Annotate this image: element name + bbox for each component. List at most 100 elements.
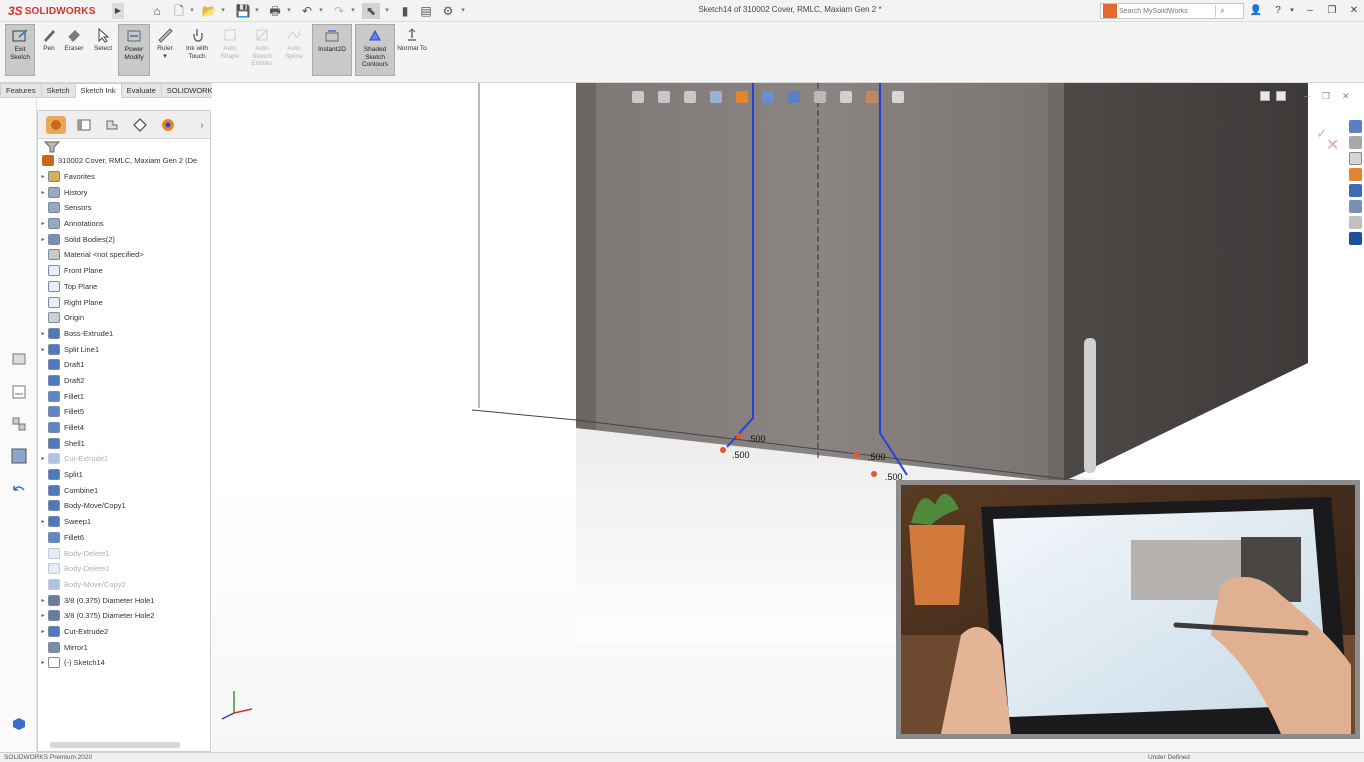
expand-arrow-icon[interactable]: ▸ — [38, 597, 48, 604]
cube-view-icon[interactable] — [11, 716, 27, 732]
tree-item[interactable]: Origin — [38, 310, 210, 326]
custom-properties-icon[interactable] — [1349, 200, 1362, 213]
dimension-label[interactable]: .500 — [732, 450, 750, 460]
viewport-maximize-icon[interactable] — [1276, 91, 1286, 101]
solidworks-logo[interactable]: 3S SOLIDWORKS — [8, 3, 96, 19]
options-dropdown-icon[interactable]: ▾ — [459, 4, 467, 18]
tree-item[interactable]: Top Plane — [38, 279, 210, 295]
ruler-button[interactable]: Ruler ▾ — [153, 24, 177, 76]
zoom-to-fit-icon[interactable] — [632, 91, 644, 103]
zoom-to-area-icon[interactable] — [658, 91, 670, 103]
expand-arrow-icon[interactable]: ▸ — [38, 628, 48, 635]
tab-sketch-ink[interactable]: Sketch Ink — [75, 83, 122, 98]
expand-arrow-icon[interactable]: ▸ — [38, 330, 48, 337]
normal-to-button[interactable]: Normal To — [397, 24, 427, 76]
close-icon[interactable]: ✕ — [1346, 3, 1362, 19]
instant2d-button[interactable]: Instant2D — [312, 24, 352, 76]
search-input[interactable] — [1119, 7, 1215, 15]
rollback-icon[interactable] — [11, 482, 27, 498]
redo-icon[interactable]: ↷ — [330, 3, 348, 19]
expand-arrow-icon[interactable]: ▸ — [38, 659, 48, 666]
save-icon[interactable]: 💾 — [234, 3, 252, 19]
restore-icon[interactable]: ❐ — [1324, 3, 1340, 19]
expand-arrow-icon[interactable]: ▸ — [38, 189, 48, 196]
display-manager-tab-icon[interactable] — [158, 116, 178, 134]
tree-item[interactable]: Shell1 — [38, 435, 210, 451]
part-tab[interactable] — [1084, 338, 1096, 473]
exit-sketch-button[interactable]: Exit Sketch — [5, 24, 35, 76]
expand-arrow-icon[interactable]: ▸ — [38, 220, 48, 227]
expand-arrow-icon[interactable]: ▸ — [38, 173, 48, 180]
previous-view-icon[interactable] — [684, 91, 696, 103]
tree-item[interactable]: Fillet4 — [38, 420, 210, 436]
home-icon[interactable]: ⌂ — [148, 3, 166, 19]
section-view-icon[interactable] — [710, 91, 722, 103]
hide-show-items-icon[interactable] — [814, 91, 826, 103]
design-library-icon[interactable] — [1349, 136, 1362, 149]
open-icon[interactable]: 📂 — [200, 3, 218, 19]
menu-expand-arrow-icon[interactable]: ▶ — [112, 3, 124, 19]
power-modify-button[interactable]: Power Modify — [118, 24, 150, 76]
options-icon[interactable]: ⚙ — [439, 3, 457, 19]
tree-item[interactable]: Body-Move/Copy1 — [38, 498, 210, 514]
tab-features[interactable]: Features — [0, 83, 42, 98]
tree-item[interactable]: ▸ Solid Bodies(2) — [38, 231, 210, 247]
edit-appearance-icon[interactable] — [840, 91, 852, 103]
property-manager-tab-icon[interactable] — [74, 116, 94, 134]
user-icon[interactable]: 👤 — [1248, 3, 1264, 19]
dimension-label[interactable]: .500 — [748, 434, 766, 444]
tree-item[interactable]: Body-Move/Copy2 — [38, 577, 210, 593]
horizontal-scrollbar[interactable] — [50, 742, 180, 748]
select-dropdown-icon[interactable]: ▾ — [383, 4, 391, 18]
expand-arrow-icon[interactable]: ▸ — [38, 612, 48, 619]
part-right-edge[interactable] — [1048, 83, 1064, 481]
part-view-icon[interactable] — [11, 448, 27, 464]
tree-item[interactable]: Fillet1 — [38, 388, 210, 404]
tree-item[interactable]: Draft1 — [38, 357, 210, 373]
tree-item[interactable]: ▸ Annotations — [38, 216, 210, 232]
print-dropdown-icon[interactable]: ▾ — [285, 4, 293, 18]
dimxpert-manager-tab-icon[interactable] — [130, 116, 150, 134]
auto-spline-button[interactable]: Auto Spline — [280, 24, 308, 76]
tree-item[interactable]: Body-Delete1 — [38, 545, 210, 561]
tree-item[interactable]: ▸ Split Line1 — [38, 341, 210, 357]
tree-item[interactable]: Fillet6 — [38, 530, 210, 546]
select-button[interactable]: Select — [90, 24, 116, 76]
tree-item[interactable]: Fillet5 — [38, 404, 210, 420]
tree-item[interactable]: Front Plane — [38, 263, 210, 279]
appearances-icon[interactable] — [1349, 184, 1362, 197]
solidworks-resources-icon[interactable] — [1349, 120, 1362, 133]
feature-manager-tab-icon[interactable] — [46, 116, 66, 134]
window-close-icon[interactable]: ✕ — [1342, 91, 1350, 102]
tree-item[interactable]: Material <not specified> — [38, 247, 210, 263]
part-side-face[interactable] — [1064, 83, 1308, 481]
ruler-dropdown-icon[interactable]: ▾ — [153, 53, 177, 61]
redo-dropdown-icon[interactable]: ▾ — [349, 4, 357, 18]
auto-shape-button[interactable]: Auto Shape — [216, 24, 244, 76]
window-restore-icon[interactable]: ❐ — [1322, 91, 1330, 102]
tree-item[interactable]: Draft2 — [38, 373, 210, 389]
undo-dropdown-icon[interactable]: ▾ — [317, 4, 325, 18]
panel-scroll-right-icon[interactable]: › — [192, 116, 212, 134]
tree-item[interactable]: ▸ Cut-Extrude1 — [38, 451, 210, 467]
filter-icon[interactable] — [44, 141, 60, 153]
view-settings-icon[interactable] — [892, 91, 904, 103]
tree-item[interactable]: Combine1 — [38, 482, 210, 498]
tab-sketch[interactable]: Sketch — [41, 83, 76, 98]
viewport-minimize-icon[interactable] — [1260, 91, 1270, 101]
3d-content-central-icon[interactable] — [1349, 232, 1362, 245]
tab-evaluate[interactable]: Evaluate — [121, 83, 162, 98]
search-box[interactable]: ⌕ — [1100, 3, 1244, 19]
tree-item[interactable]: ▸ Sweep1 — [38, 514, 210, 530]
view-palette-icon[interactable] — [1349, 168, 1362, 181]
window-minimize-icon[interactable]: ‒ — [1304, 91, 1310, 102]
minimize-icon[interactable]: ‒ — [1302, 3, 1318, 19]
tree-item[interactable]: ▸ History — [38, 184, 210, 200]
feature-tree-root[interactable]: 310002 Cover, RMLC, Maxiam Gen 2 (De — [42, 153, 210, 169]
new-dropdown-icon[interactable]: ▾ — [188, 4, 196, 18]
shaded-sketch-contours-button[interactable]: Shaded Sketch Contours — [355, 24, 395, 76]
save-dropdown-icon[interactable]: ▾ — [253, 4, 261, 18]
expand-arrow-icon[interactable]: ▸ — [38, 455, 48, 462]
pen-button[interactable]: Pen — [38, 24, 60, 76]
expand-arrow-icon[interactable]: ▸ — [38, 346, 48, 353]
